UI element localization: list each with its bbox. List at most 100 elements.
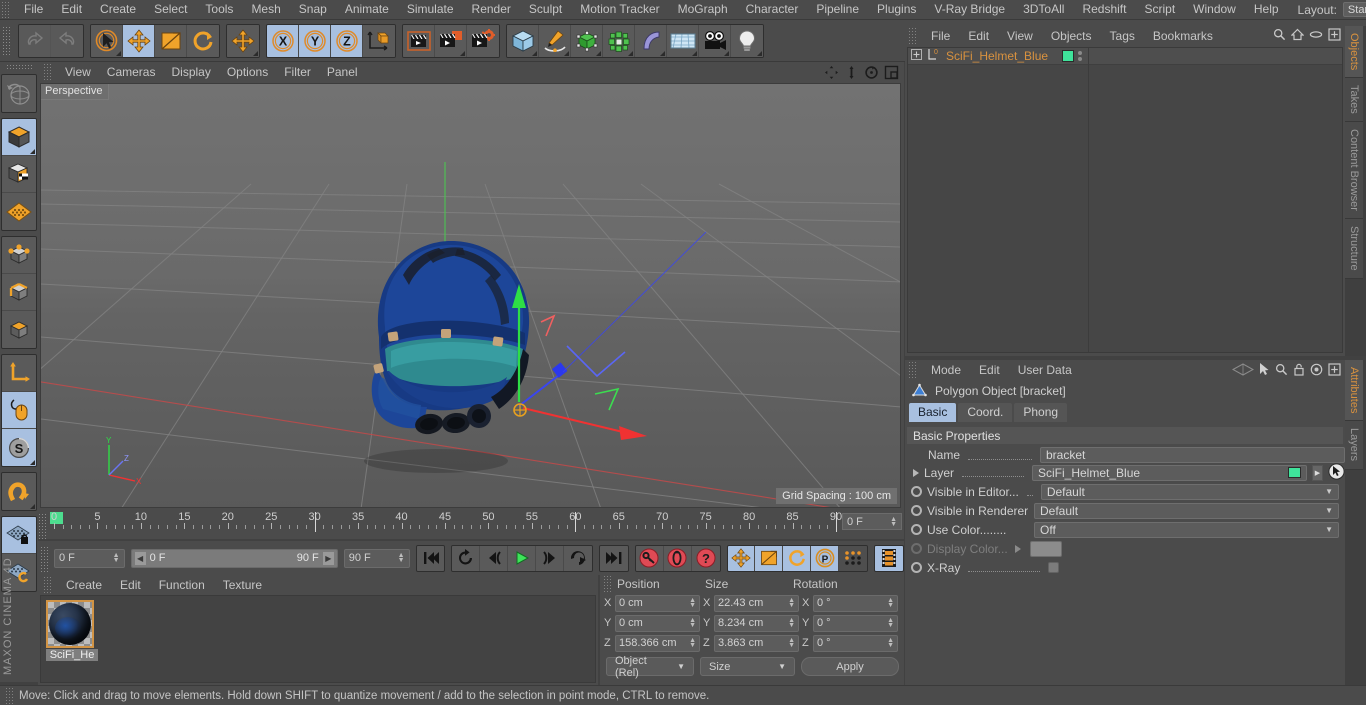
preview-range-slider[interactable]: ◀ 0 F 90 F ▶: [130, 548, 338, 568]
object-row-scifi-helmet-blue[interactable]: 0 SciFi_Helmet_Blue: [908, 48, 1342, 65]
radio-icon[interactable]: [911, 486, 922, 497]
spinner-icon[interactable]: ▲ ▼: [398, 552, 405, 564]
viewport-menu-options[interactable]: Options: [219, 63, 276, 81]
attributes-grip-icon[interactable]: [907, 362, 918, 378]
menu-mesh[interactable]: Mesh: [242, 0, 289, 19]
viewport-menu-view[interactable]: View: [57, 63, 99, 81]
use-color-dropdown[interactable]: Off ▼: [1034, 521, 1339, 538]
edge-mode-button[interactable]: [2, 274, 36, 311]
viewport-menu-filter[interactable]: Filter: [276, 63, 319, 81]
visible-in-editor-dropdown[interactable]: Default ▼: [1040, 483, 1339, 500]
make-editable-button[interactable]: [2, 119, 36, 156]
material-menu-function[interactable]: Function: [150, 576, 214, 595]
keyframe-selection-button[interactable]: ?: [691, 545, 720, 571]
search-icon[interactable]: [1275, 363, 1288, 379]
step-forward-button[interactable]: [536, 545, 565, 571]
record-position-button[interactable]: [727, 545, 756, 571]
record-pla-button[interactable]: P: [811, 545, 840, 571]
spinner-icon[interactable]: ▲ ▼: [788, 637, 795, 649]
menu-snap[interactable]: Snap: [290, 0, 336, 19]
play-button[interactable]: [508, 545, 537, 571]
record-scale-button[interactable]: [755, 545, 784, 571]
undo-button[interactable]: [19, 24, 51, 57]
attr-menu-mode[interactable]: Mode: [922, 361, 970, 380]
polygon-mode-button[interactable]: [2, 311, 36, 348]
material-item[interactable]: SciFi_He: [46, 600, 98, 662]
object-mode-dropdown[interactable]: Object (Rel) ▼: [606, 655, 694, 679]
tag-dots-icon[interactable]: [1078, 51, 1083, 61]
parameter-keyframe-button[interactable]: [839, 545, 868, 571]
lock-workplane-button[interactable]: [2, 517, 36, 554]
spinner-icon[interactable]: ▲ ▼: [887, 617, 894, 629]
timeline-grip-icon[interactable]: [38, 513, 48, 539]
material-list[interactable]: SciFi_He: [40, 595, 596, 683]
position-x-input[interactable]: 0 cm ▲ ▼: [615, 594, 700, 612]
plane-icon[interactable]: [1231, 362, 1255, 379]
menu-character[interactable]: Character: [737, 0, 808, 19]
radio-icon[interactable]: [911, 524, 922, 535]
menu-file[interactable]: File: [15, 0, 52, 19]
layer-color-swatch[interactable]: [1288, 467, 1301, 478]
menu-help[interactable]: Help: [1245, 0, 1288, 19]
spinner-icon[interactable]: ▲ ▼: [689, 597, 696, 609]
spinner-icon[interactable]: ▲ ▼: [113, 552, 120, 564]
spinner-icon[interactable]: ▲ ▼: [788, 597, 795, 609]
objmgr-menu-tags[interactable]: Tags: [1101, 27, 1144, 46]
add-floor-button[interactable]: [667, 24, 699, 57]
menu-redshift[interactable]: Redshift: [1073, 0, 1135, 19]
model-mode-button[interactable]: [2, 156, 36, 193]
redo-button[interactable]: [51, 24, 83, 57]
size-z-input[interactable]: 3.863 cm ▲ ▼: [714, 634, 799, 652]
objmgr-menu-bookmarks[interactable]: Bookmarks: [1144, 27, 1222, 46]
rotation-z-input[interactable]: 0 ° ▲ ▼: [813, 634, 898, 652]
layer-color-swatch[interactable]: [1062, 50, 1075, 62]
viewport-menu-display[interactable]: Display: [163, 63, 218, 81]
new-tab-icon[interactable]: [1328, 28, 1341, 44]
menu-select[interactable]: Select: [145, 0, 196, 19]
perspective-viewport[interactable]: Perspective Y X Z Grid Spacing: 100 cm: [40, 83, 901, 508]
objmgr-menu-file[interactable]: File: [922, 27, 959, 46]
step-back-button[interactable]: [480, 545, 509, 571]
coordinates-grip-icon[interactable]: [602, 576, 613, 592]
spinner-icon[interactable]: ▲ ▼: [689, 617, 696, 629]
tab-basic[interactable]: Basic: [909, 403, 957, 422]
status-grip-icon[interactable]: [4, 687, 15, 704]
vtab-takes[interactable]: Takes: [1345, 78, 1363, 123]
apply-button[interactable]: Apply: [801, 657, 899, 676]
new-tab-icon[interactable]: [1328, 362, 1341, 379]
material-menu-create[interactable]: Create: [57, 576, 111, 595]
record-keyframe-button[interactable]: [635, 545, 664, 571]
max-frame-input[interactable]: 90 F ▲ ▼: [343, 548, 410, 568]
vtab-attributes[interactable]: Attributes: [1345, 360, 1363, 422]
menu-sculpt[interactable]: Sculpt: [520, 0, 571, 19]
autokeying-button[interactable]: [663, 545, 692, 571]
viewport-menu-cameras[interactable]: Cameras: [99, 63, 164, 81]
layout-select[interactable]: Startup ▼: [1342, 2, 1366, 17]
add-cube-button[interactable]: [507, 24, 539, 57]
cursor-icon[interactable]: [1259, 362, 1270, 379]
menu-grip-icon[interactable]: [0, 1, 11, 18]
transform-gizmo[interactable]: [41, 84, 901, 508]
render-settings-button[interactable]: [467, 24, 499, 57]
undo-view-button[interactable]: [2, 75, 36, 112]
enable-axis-button[interactable]: [2, 355, 36, 392]
menu-create[interactable]: Create: [91, 0, 145, 19]
add-bend-button[interactable]: [635, 24, 667, 57]
transport-grip-icon[interactable]: [40, 546, 50, 572]
left-toolbar-grip-icon[interactable]: [6, 64, 32, 71]
home-icon[interactable]: [1290, 28, 1305, 44]
vtab-content-browser[interactable]: Content Browser: [1345, 122, 1363, 219]
render-to-picture-viewer-button[interactable]: [435, 24, 467, 57]
object-tree[interactable]: 0 SciFi_Helmet_Blue: [907, 47, 1343, 353]
enable-snap-button[interactable]: [2, 473, 36, 510]
position-y-input[interactable]: 0 cm ▲ ▼: [615, 614, 700, 632]
add-array-button[interactable]: [603, 24, 635, 57]
radio-icon[interactable]: [911, 505, 922, 516]
menu-plugins[interactable]: Plugins: [868, 0, 925, 19]
lock-x-axis-button[interactable]: X: [267, 24, 299, 57]
tab-coord[interactable]: Coord.: [958, 403, 1013, 422]
objmgr-menu-view[interactable]: View: [998, 27, 1042, 46]
position-z-input[interactable]: 158.366 cm ▲ ▼: [615, 634, 700, 652]
xray-checkbox[interactable]: [1048, 562, 1060, 573]
size-y-input[interactable]: 8.234 cm ▲ ▼: [714, 614, 799, 632]
